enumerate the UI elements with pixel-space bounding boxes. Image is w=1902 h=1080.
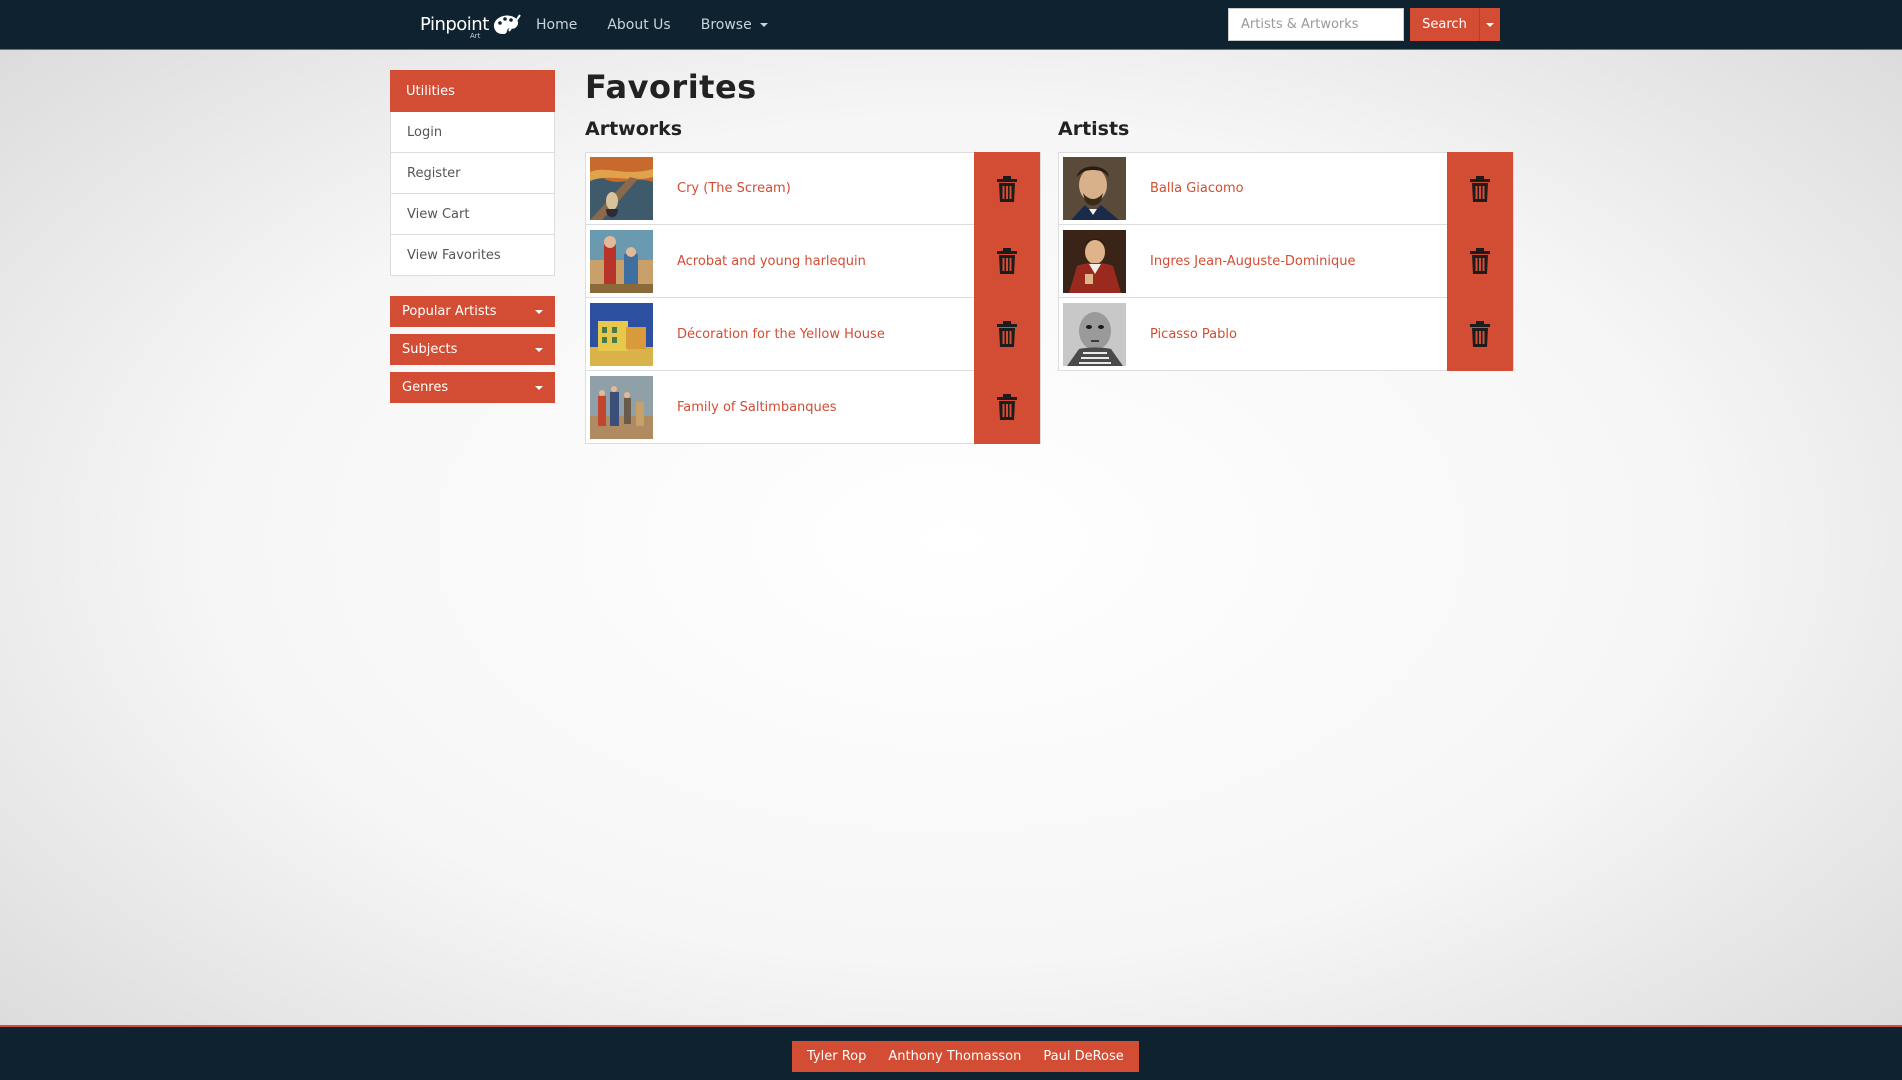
artworks-heading: Artworks bbox=[585, 118, 683, 140]
list-item: Family of Saltimbanques bbox=[585, 370, 1041, 444]
delete-button[interactable] bbox=[974, 370, 1040, 444]
sidebar-item-view-favorites[interactable]: View Favorites bbox=[390, 235, 555, 276]
sidebar-item-login[interactable]: Login bbox=[390, 112, 555, 153]
footer-author-link[interactable]: Paul DeRose bbox=[1032, 1049, 1134, 1064]
footer-credits: Tyler Rop Anthony Thomasson Paul DeRose bbox=[792, 1041, 1139, 1072]
artworks-list: Cry (The Scream) Acrobat and young harle… bbox=[585, 152, 1041, 444]
search-input[interactable] bbox=[1228, 8, 1404, 41]
artist-link[interactable]: Picasso Pablo bbox=[1150, 327, 1237, 342]
trash-icon bbox=[997, 321, 1017, 347]
artwork-link[interactable]: Cry (The Scream) bbox=[677, 181, 791, 196]
delete-button[interactable] bbox=[974, 152, 1040, 226]
sidebar: Utilities Login Register View Cart View … bbox=[390, 70, 555, 403]
delete-button[interactable] bbox=[1447, 152, 1513, 226]
chevron-down-icon bbox=[535, 347, 543, 352]
footer-author-link[interactable]: Anthony Thomasson bbox=[877, 1049, 1032, 1064]
navbar: Pinpoint Art Home About Us Browse Search bbox=[0, 0, 1902, 50]
popular-artists-label: Popular Artists bbox=[402, 304, 497, 319]
trash-icon bbox=[997, 394, 1017, 420]
search-options-toggle[interactable] bbox=[1479, 8, 1500, 41]
list-item: Picasso Pablo bbox=[1058, 297, 1514, 371]
picasso-photo-thumbnail[interactable] bbox=[1063, 302, 1126, 366]
trash-icon bbox=[1470, 321, 1490, 347]
footer-author-link[interactable]: Tyler Rop bbox=[796, 1049, 877, 1064]
balla-portrait-thumbnail[interactable] bbox=[1063, 157, 1126, 220]
list-item: Décoration for the Yellow House bbox=[585, 297, 1041, 371]
footer: Tyler Rop Anthony Thomasson Paul DeRose bbox=[0, 1025, 1902, 1080]
artists-list: Balla Giacomo Ingres Jean-Auguste-Domini… bbox=[1058, 152, 1514, 371]
list-item: Ingres Jean-Auguste-Dominique bbox=[1058, 224, 1514, 298]
delete-button[interactable] bbox=[974, 224, 1040, 298]
nav-browse-label: Browse bbox=[700, 17, 752, 33]
trash-icon bbox=[997, 248, 1017, 274]
list-item: Cry (The Scream) bbox=[585, 152, 1041, 226]
page-title: Favorites bbox=[585, 68, 757, 106]
brand-subtitle: Art bbox=[470, 32, 481, 40]
popular-artists-dropdown[interactable]: Popular Artists bbox=[390, 296, 555, 327]
artist-link[interactable]: Ingres Jean-Auguste-Dominique bbox=[1150, 254, 1356, 269]
delete-button[interactable] bbox=[1447, 297, 1513, 371]
list-item: Balla Giacomo bbox=[1058, 152, 1514, 226]
brand-logo[interactable]: Pinpoint Art bbox=[420, 6, 521, 42]
artist-link[interactable]: Balla Giacomo bbox=[1150, 181, 1244, 196]
nav-about-link[interactable]: About Us bbox=[607, 17, 670, 33]
genres-label: Genres bbox=[402, 380, 449, 395]
chevron-down-icon bbox=[535, 385, 543, 390]
chevron-down-icon bbox=[1486, 22, 1494, 27]
chevron-down-icon bbox=[759, 23, 768, 27]
delete-button[interactable] bbox=[1447, 224, 1513, 298]
scream-painting-thumbnail[interactable] bbox=[590, 157, 653, 220]
yellow-house-painting-thumbnail[interactable] bbox=[590, 302, 653, 366]
subjects-label: Subjects bbox=[402, 342, 458, 357]
nav-home-link[interactable]: Home bbox=[536, 17, 577, 33]
sidebar-item-register[interactable]: Register bbox=[390, 153, 555, 194]
trash-icon bbox=[997, 176, 1017, 202]
utilities-header: Utilities bbox=[390, 70, 555, 112]
trash-icon bbox=[1470, 176, 1490, 202]
artwork-link[interactable]: Décoration for the Yellow House bbox=[677, 327, 885, 342]
artists-heading: Artists bbox=[1058, 118, 1130, 140]
chevron-down-icon bbox=[535, 309, 543, 314]
nav-browse-dropdown[interactable]: Browse bbox=[701, 17, 768, 33]
delete-button[interactable] bbox=[974, 297, 1040, 371]
artwork-link[interactable]: Acrobat and young harlequin bbox=[677, 254, 866, 269]
search-button[interactable]: Search bbox=[1410, 8, 1479, 41]
saltimbanques-painting-thumbnail[interactable] bbox=[590, 375, 653, 439]
trash-icon bbox=[1470, 248, 1490, 274]
sidebar-item-view-cart[interactable]: View Cart bbox=[390, 194, 555, 235]
palette-icon bbox=[493, 14, 521, 34]
ingres-portrait-thumbnail[interactable] bbox=[1063, 229, 1126, 293]
harlequin-painting-thumbnail[interactable] bbox=[590, 229, 653, 293]
subjects-dropdown[interactable]: Subjects bbox=[390, 334, 555, 365]
artwork-link[interactable]: Family of Saltimbanques bbox=[677, 400, 837, 415]
list-item: Acrobat and young harlequin bbox=[585, 224, 1041, 298]
genres-dropdown[interactable]: Genres bbox=[390, 372, 555, 403]
